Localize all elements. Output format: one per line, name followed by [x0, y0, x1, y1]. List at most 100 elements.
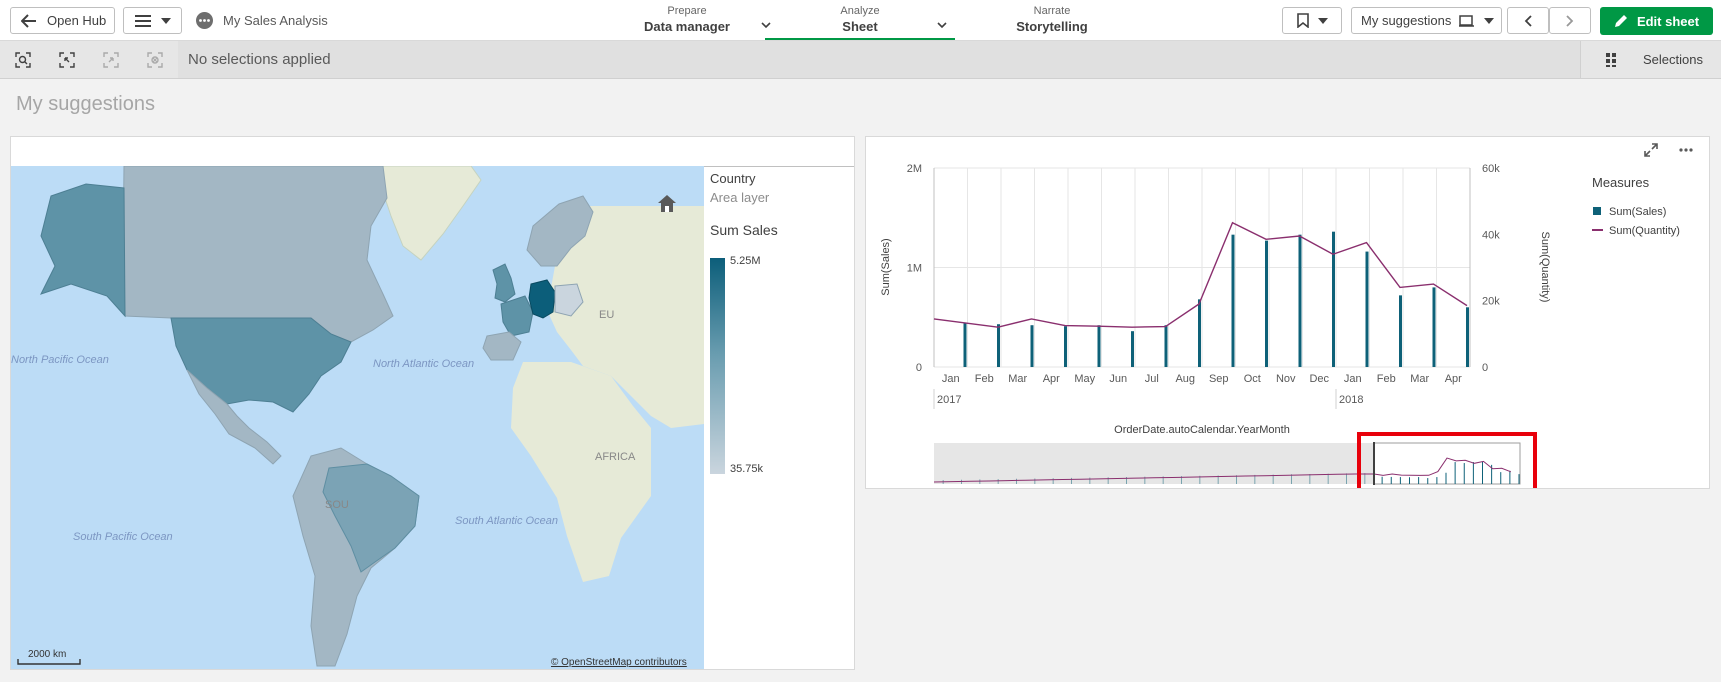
tab-narrate-title: Storytelling: [1016, 19, 1088, 34]
x-tick-label: Jan: [942, 373, 960, 385]
selections-bar: No selections applied Selections: [0, 41, 1721, 79]
minimap-window: [1373, 442, 1521, 485]
step-back-button[interactable]: [46, 41, 88, 79]
tab-narrate-label: Narrate: [1033, 5, 1071, 17]
x-tick-label: Jul: [1145, 373, 1159, 385]
label-europe: EU: [599, 309, 614, 321]
map-attribution[interactable]: © OpenStreetMap contributors: [551, 657, 687, 668]
tab-prepare[interactable]: Prepare Data manager: [607, 0, 771, 40]
year-label: 2018: [1339, 394, 1363, 406]
caret-down-icon: [160, 17, 171, 24]
bar-sum-sales: [1198, 299, 1201, 367]
selections-label: Selections: [1643, 52, 1703, 67]
map-legend: Country Area layer Sum Sales 5.25M 35.75…: [710, 171, 850, 475]
world-map[interactable]: North Pacific Ocean North Atlantic Ocean…: [11, 166, 704, 669]
label-africa: AFRICA: [595, 451, 636, 463]
color-ramp: [710, 258, 725, 474]
bar-sum-sales: [1097, 325, 1101, 367]
bookmarks-button[interactable]: [1282, 7, 1342, 34]
year-label: 2017: [937, 394, 961, 406]
clear-all-button[interactable]: [134, 41, 176, 79]
combo-chart-panel: 0 1M 2M 0 20k 40k 60k Jan Feb Mar Apr May Jun Jul Aug S…: [865, 136, 1710, 489]
bar-sum-sales: [1030, 325, 1034, 367]
x-tick-label: May: [1074, 373, 1095, 385]
y2-tick-label: 60k: [1482, 163, 1500, 175]
step-back-icon: [59, 52, 75, 68]
sheet-title: My suggestions: [16, 93, 155, 115]
legend-label-quantity: Sum(Quantity): [1609, 225, 1680, 237]
selection-status: No selections applied: [188, 51, 331, 68]
label-south-atlantic: South Atlantic Ocean: [455, 515, 558, 527]
bar-sum-sales: [1466, 307, 1469, 367]
bar-sum-sales: [963, 323, 967, 367]
hamburger-icon: [134, 14, 151, 27]
y2-tick-label: 40k: [1482, 229, 1500, 241]
x-tick-label: Jun: [1109, 373, 1127, 385]
x-tick-label: Jan: [1344, 373, 1362, 385]
x-tick-label: Oct: [1244, 373, 1261, 385]
label-north-pacific: North Pacific Ocean: [11, 354, 109, 366]
x-tick-label: Feb: [1377, 373, 1396, 385]
x-tick-label: Dec: [1309, 373, 1329, 385]
chevron-left-icon: [1524, 14, 1532, 27]
selection-status-area: No selections applied: [178, 41, 1580, 78]
step-forward-icon: [103, 52, 119, 68]
x-tick-label: Feb: [975, 373, 994, 385]
edit-sheet-button[interactable]: Edit sheet: [1600, 7, 1713, 35]
bar-sum-sales: [1399, 295, 1402, 367]
y-tick-label: 0: [916, 362, 922, 374]
bar-sum-sales: [1131, 331, 1134, 367]
y2-axis-title: Sum(Quantity): [1539, 232, 1551, 303]
caret-down-icon: [1484, 17, 1495, 24]
x-tick-label: Sep: [1209, 373, 1229, 385]
caret-down-icon: [1317, 17, 1328, 24]
grid-icon: [1606, 52, 1616, 67]
x-tick-label: Apr: [1445, 373, 1462, 385]
bar-sum-sales: [1298, 234, 1302, 367]
bar-sum-sales: [1164, 325, 1168, 367]
y2-tick-label: 0: [1482, 362, 1488, 374]
previous-sheet-button[interactable]: [1507, 7, 1549, 34]
open-hub-button[interactable]: Open Hub: [10, 7, 115, 34]
tab-narrate[interactable]: Narrate Storytelling: [972, 0, 1132, 40]
bar-sum-sales: [1365, 251, 1369, 367]
open-hub-label: Open Hub: [47, 13, 107, 28]
bar-sum-sales: [1231, 234, 1235, 367]
bar-sum-sales: [1332, 231, 1335, 367]
y-tick-label: 2M: [907, 163, 922, 175]
x-tick-label: Nov: [1276, 373, 1296, 385]
label-north-atlantic: North Atlantic Ocean: [373, 358, 474, 370]
x-tick-label: Apr: [1043, 373, 1060, 385]
canada: [122, 166, 394, 343]
search-selection-icon: [15, 52, 31, 68]
map-header-bar: [11, 137, 854, 167]
bar-sum-sales: [1432, 287, 1436, 367]
x-tick-label: Aug: [1175, 373, 1195, 385]
bar-sum-sales: [1064, 326, 1067, 367]
combo-chart[interactable]: 0 1M 2M 0 20k 40k 60k Jan Feb Mar Apr May Jun Jul Aug S…: [866, 137, 1709, 488]
tab-prepare-title: Data manager: [644, 19, 730, 34]
label-south-pacific: South Pacific Ocean: [73, 531, 173, 543]
legend-layer-subtitle: Area layer: [710, 190, 770, 205]
tab-analyze-label: Analyze: [840, 5, 880, 17]
y2-tick-label: 20k: [1482, 296, 1500, 308]
tab-analyze[interactable]: Analyze Sheet: [765, 0, 955, 40]
smart-search-button[interactable]: [2, 41, 44, 79]
step-forward-button[interactable]: [90, 41, 132, 79]
x-axis-title: OrderDate.autoCalendar.YearMonth: [1114, 424, 1290, 436]
legend-measure-title: Sum Sales: [710, 222, 778, 238]
sheet-selector-button[interactable]: My suggestions: [1351, 7, 1502, 34]
chevron-right-icon: [1566, 14, 1574, 27]
pencil-icon: [1614, 15, 1627, 27]
legend-min-value: 35.75k: [730, 463, 764, 475]
legend-swatch-sales: [1593, 207, 1601, 215]
next-sheet-button[interactable]: [1549, 7, 1591, 34]
selections-tool-button[interactable]: Selections: [1580, 41, 1721, 78]
global-menu-button[interactable]: [123, 7, 182, 34]
legend-country-title: Country: [710, 171, 756, 186]
label-south-america: SOU: [325, 499, 349, 511]
legend-max-value: 5.25M: [730, 255, 761, 267]
app-more-icon[interactable]: [196, 12, 213, 29]
tab-analyze-title: Sheet: [842, 19, 878, 34]
chevron-down-icon: [937, 22, 947, 29]
